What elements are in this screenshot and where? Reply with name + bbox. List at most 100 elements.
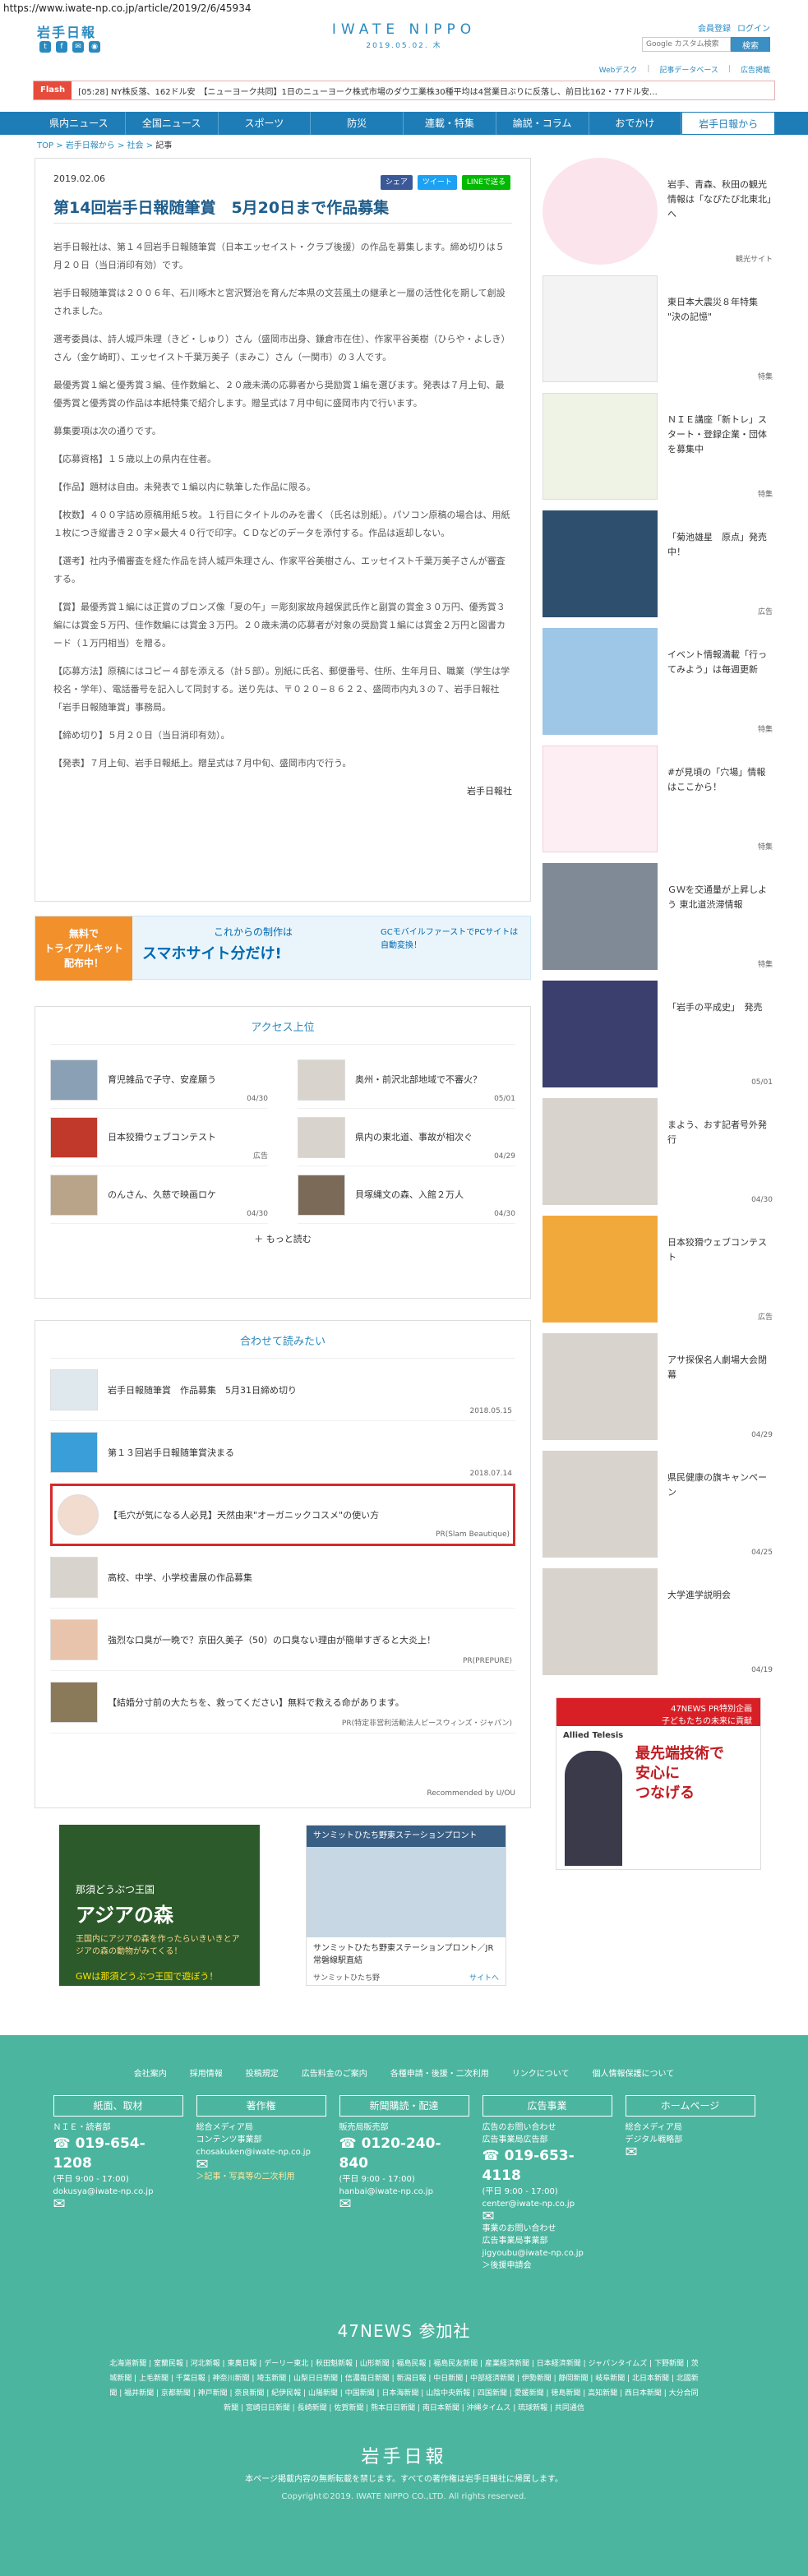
zoo-ad[interactable]: 那須どうぶつ王国 アジアの森 王国内にアジアの森を作ったらいきいきとアジアの森の… — [59, 1825, 260, 1986]
nav-features[interactable]: 連載・特集 — [404, 112, 496, 135]
mail-icon[interactable]: ✉ — [482, 2209, 612, 2224]
sidebar-item-tag: 特集 — [757, 491, 773, 499]
contact-phone[interactable]: ☎ 0120-240-840 — [339, 2134, 469, 2173]
recommend-item-source: PR(特定非営利活動法人ピースウィンズ・ジャパン) — [341, 1720, 512, 1728]
ranking-item[interactable]: 貝塚縄文の森、入館２万人 04/30 — [298, 1166, 515, 1224]
sidebar-item[interactable]: ＮＩＥ講座「新トレ」スタート・登録企業・団体を募集中 特集 — [543, 393, 773, 510]
sidebar-item[interactable]: 東日本大震災８年特集 "決の記憶" 特集 — [543, 275, 773, 393]
contact-phone[interactable]: ☎ 019-653-4118 — [482, 2146, 612, 2186]
sidebar-item-text: ＧＷを交通量が上昇しよう 東北道渋滞情報 — [667, 884, 767, 910]
recommend-credit[interactable]: Recommended by U/OU — [427, 1789, 515, 1798]
contact-title: 著作権 — [196, 2095, 326, 2117]
contact-email[interactable]: hanbai@iwate-np.co.jp — [339, 2186, 469, 2198]
sidebar-item[interactable]: 「岩手の平成史」 発売 05/01 — [543, 981, 773, 1098]
recommend-item[interactable]: 強烈な口臭が一晩で？京田久美子（50）の口臭ない理由が簡単すぎると大炎上！ PR… — [50, 1609, 515, 1671]
flash-text[interactable]: [05:28] NY株反落、162ドル安 【ニューヨーク共同】1日のニューヨーク… — [72, 85, 658, 97]
ranking-item[interactable]: 日本狡猾ウェブコンテスト 広告 — [50, 1109, 268, 1166]
recommend-item[interactable]: 岩手日報随筆賞 作品募集 5月31日締め切り 2018.05.15 — [50, 1359, 515, 1421]
footer-link-linking[interactable]: リンクについて — [512, 2066, 570, 2079]
contact-email[interactable]: dokusya@iwate-np.co.jp — [53, 2186, 183, 2198]
ranking-grid: 育児雑品で子守、安産願う 04/30 奥州・前沢北部地域で不審火？ 05/01 … — [50, 1051, 515, 1224]
footer-link-privacy[interactable]: 個人情報保護について — [593, 2066, 675, 2079]
footer-link-recruit[interactable]: 採用情報 — [190, 2066, 223, 2079]
recommend-thumbnail — [50, 1556, 98, 1598]
separator: | — [727, 65, 731, 73]
sidebar-item[interactable]: 岩手、青森、秋田の観光情報は「なぴたび北東北」へ 観光サイト — [543, 158, 773, 275]
sidebar-item[interactable]: 大学進学説明会 04/19 — [543, 1568, 773, 1686]
share-buttons: シェア ツイート LINEで送る — [380, 175, 510, 190]
sidebar-item-tag: 04/29 — [751, 1431, 773, 1439]
tweet-button[interactable]: ツイート — [417, 175, 457, 190]
sidebar-image — [543, 158, 658, 265]
sidebar-item[interactable]: 県民健康の旗キャンペーン 04/25 — [543, 1451, 773, 1568]
station-ad[interactable]: サンミットひたち野東ステーションプロント サンミットひたち野東ステーションプロン… — [306, 1825, 506, 1986]
station-ad-link[interactable]: サイトへ — [469, 1972, 499, 1983]
sidebar-item[interactable]: まよう、おす記者号外発行 04/30 — [543, 1098, 773, 1216]
sidebar-ad-brand: Allied Telesis — [563, 1731, 624, 1740]
mail-icon[interactable]: ✉ — [626, 2145, 755, 2160]
sidebar-item[interactable]: 「菊池雄星 原点」発売中！ 広告 — [543, 510, 773, 628]
article-paragraph: 【応募方法】原稿にはコピー４部を添える（計５部）。別紙に氏名、郵便番号、住所、生… — [53, 666, 510, 713]
sidebar-item[interactable]: ＧＷを交通量が上昇しよう 東北道渋滞情報 特集 — [543, 863, 773, 981]
ranking-item[interactable]: のんさん、久慈で映画ロケ 04/30 — [50, 1166, 268, 1224]
footer-link-applications[interactable]: 各種申請・後援・二次利用 — [390, 2066, 489, 2079]
mail-icon[interactable]: ✉ — [53, 2197, 183, 2212]
subnav-database[interactable]: 記事データベース — [659, 64, 718, 75]
sidebar-ad-header: 47NEWS PR特別企画 子どもたちの未来に貢献 — [556, 1698, 760, 1726]
search-input[interactable] — [642, 37, 731, 52]
footer-link-submission[interactable]: 投稿規定 — [246, 2066, 279, 2079]
recommend-item[interactable]: 【結婚分寸前の大たちを、救ってください】無料で救える命があります。 PR(特定非… — [50, 1671, 515, 1733]
ranking-item[interactable]: 育児雑品で子守、安産願う 04/30 — [50, 1051, 268, 1109]
contact-extra-link[interactable]: ＞記事・写真等の二次利用 — [196, 2171, 326, 2183]
footer-brand[interactable]: 岩手日報 — [0, 2442, 808, 2468]
nav-local[interactable]: 県内ニュース — [33, 112, 126, 135]
footer-contact-column: 広告事業 広告のお問い合わせ 広告事業局広告部 ☎ 019-653-4118 (… — [482, 2095, 612, 2272]
footer-link-ad-rates[interactable]: 広告料金のご案内 — [302, 2066, 367, 2079]
search-button[interactable]: 検索 — [731, 37, 770, 52]
sidebar-item[interactable]: イベント情報満載「行ってみよう」は毎週更新 特集 — [543, 628, 773, 746]
address-bar[interactable]: https://www.iwate-np.co.jp/article/2019/… — [0, 0, 808, 16]
sidebar-item[interactable]: アサ探保名人劇場大会閉幕 04/29 — [543, 1333, 773, 1451]
breadcrumb-top[interactable]: TOP — [37, 141, 53, 150]
nav-sports[interactable]: スポーツ — [219, 112, 312, 135]
recommend-item-title: 高校、中学、小学校書展の作品募集 — [108, 1572, 252, 1583]
recommend-item-highlighted[interactable]: 【毛穴が気になる人必見】天然由来"オーガニックコスメ"の使い方 PR(Slam … — [50, 1484, 515, 1546]
login-link[interactable]: ログイン — [737, 21, 770, 34]
recommend-item[interactable]: 第１３回岩手日報随筆賞決まる 2018.07.14 — [50, 1421, 515, 1484]
sidebar-item[interactable]: 日本狡猾ウェブコンテスト 広告 — [543, 1216, 773, 1333]
sidebar-ad[interactable]: 47NEWS PR特別企画 子どもたちの未来に貢献 Allied Telesis… — [556, 1697, 761, 1870]
nav-from-iwate-nippo[interactable]: 岩手日報から — [681, 112, 775, 135]
recommend-item-title: 【結婚分寸前の大たちを、救ってください】無料で救える命があります。 — [108, 1697, 404, 1708]
mail-icon[interactable]: ✉ — [196, 2158, 326, 2172]
contact-email[interactable]: center@iwate-np.co.jp — [482, 2198, 612, 2210]
contact-extra[interactable]: 事業のお問い合わせ 広告事業局事業部 jigyoubu@iwate-np.co.… — [482, 2223, 612, 2272]
register-link[interactable]: 会員登録 — [698, 21, 731, 34]
footer-link-company[interactable]: 会社案内 — [134, 2066, 167, 2079]
line-share-button[interactable]: LINEで送る — [461, 175, 510, 190]
sidebar-item[interactable]: #が見頃の「穴場」情報はここから！ 特集 — [543, 746, 773, 863]
nav-national[interactable]: 全国ニュース — [126, 112, 219, 135]
facebook-share-button[interactable]: シェア — [380, 175, 413, 190]
nav-editorial[interactable]: 論説・コラム — [496, 112, 589, 135]
contact-email[interactable]: chosakuken@iwate-np.co.jp — [196, 2146, 326, 2158]
sidebar-item-text: #が見頃の「穴場」情報はここから！ — [667, 767, 766, 792]
breadcrumb-category[interactable]: 社会 — [127, 141, 144, 150]
ad-banner[interactable]: 無料で トライアルキット 配布中！ これからの制作は スマホサイト分だけ! GC… — [35, 916, 531, 981]
flash-news-ticker[interactable]: Flash [05:28] NY株反落、162ドル安 【ニューヨーク共同】1日の… — [33, 81, 775, 100]
contact-phone[interactable]: ☎ 019-654-1208 — [53, 2134, 183, 2173]
station-ad-caption: サンミットひたち野東ステーションプロント／JR常磐線駅直結 — [313, 1944, 494, 1965]
mail-icon[interactable]: ✉ — [339, 2197, 469, 2212]
nav-disaster[interactable]: 防災 — [311, 112, 404, 135]
ranking-item[interactable]: 県内の東北道、事故が相次ぐ 04/29 — [298, 1109, 515, 1166]
subnav-webdesk[interactable]: Webデスク — [599, 64, 638, 75]
ranking-item[interactable]: 奥州・前沢北部地域で不審火？ 05/01 — [298, 1051, 515, 1109]
recommend-item[interactable]: 高校、中学、小学校書展の作品募集 — [50, 1546, 515, 1609]
contact-title: 新聞購読・配達 — [339, 2095, 469, 2117]
contact-dept: 総合メディア局 デジタル戦略部 — [625, 2123, 683, 2144]
news47-members[interactable]: 北海道新聞 | 室蘭民報 | 河北新報 | 東奥日報 | デーリー東北 | 秋田… — [109, 2357, 700, 2416]
read-more-link[interactable]: ＋ もっと読む — [50, 1232, 515, 1245]
sidebar-image — [543, 1568, 658, 1675]
subnav-ads[interactable]: 広告掲載 — [741, 64, 770, 75]
nav-outing[interactable]: おでかけ — [589, 112, 682, 135]
breadcrumb-section[interactable]: 岩手日報から — [66, 141, 115, 150]
